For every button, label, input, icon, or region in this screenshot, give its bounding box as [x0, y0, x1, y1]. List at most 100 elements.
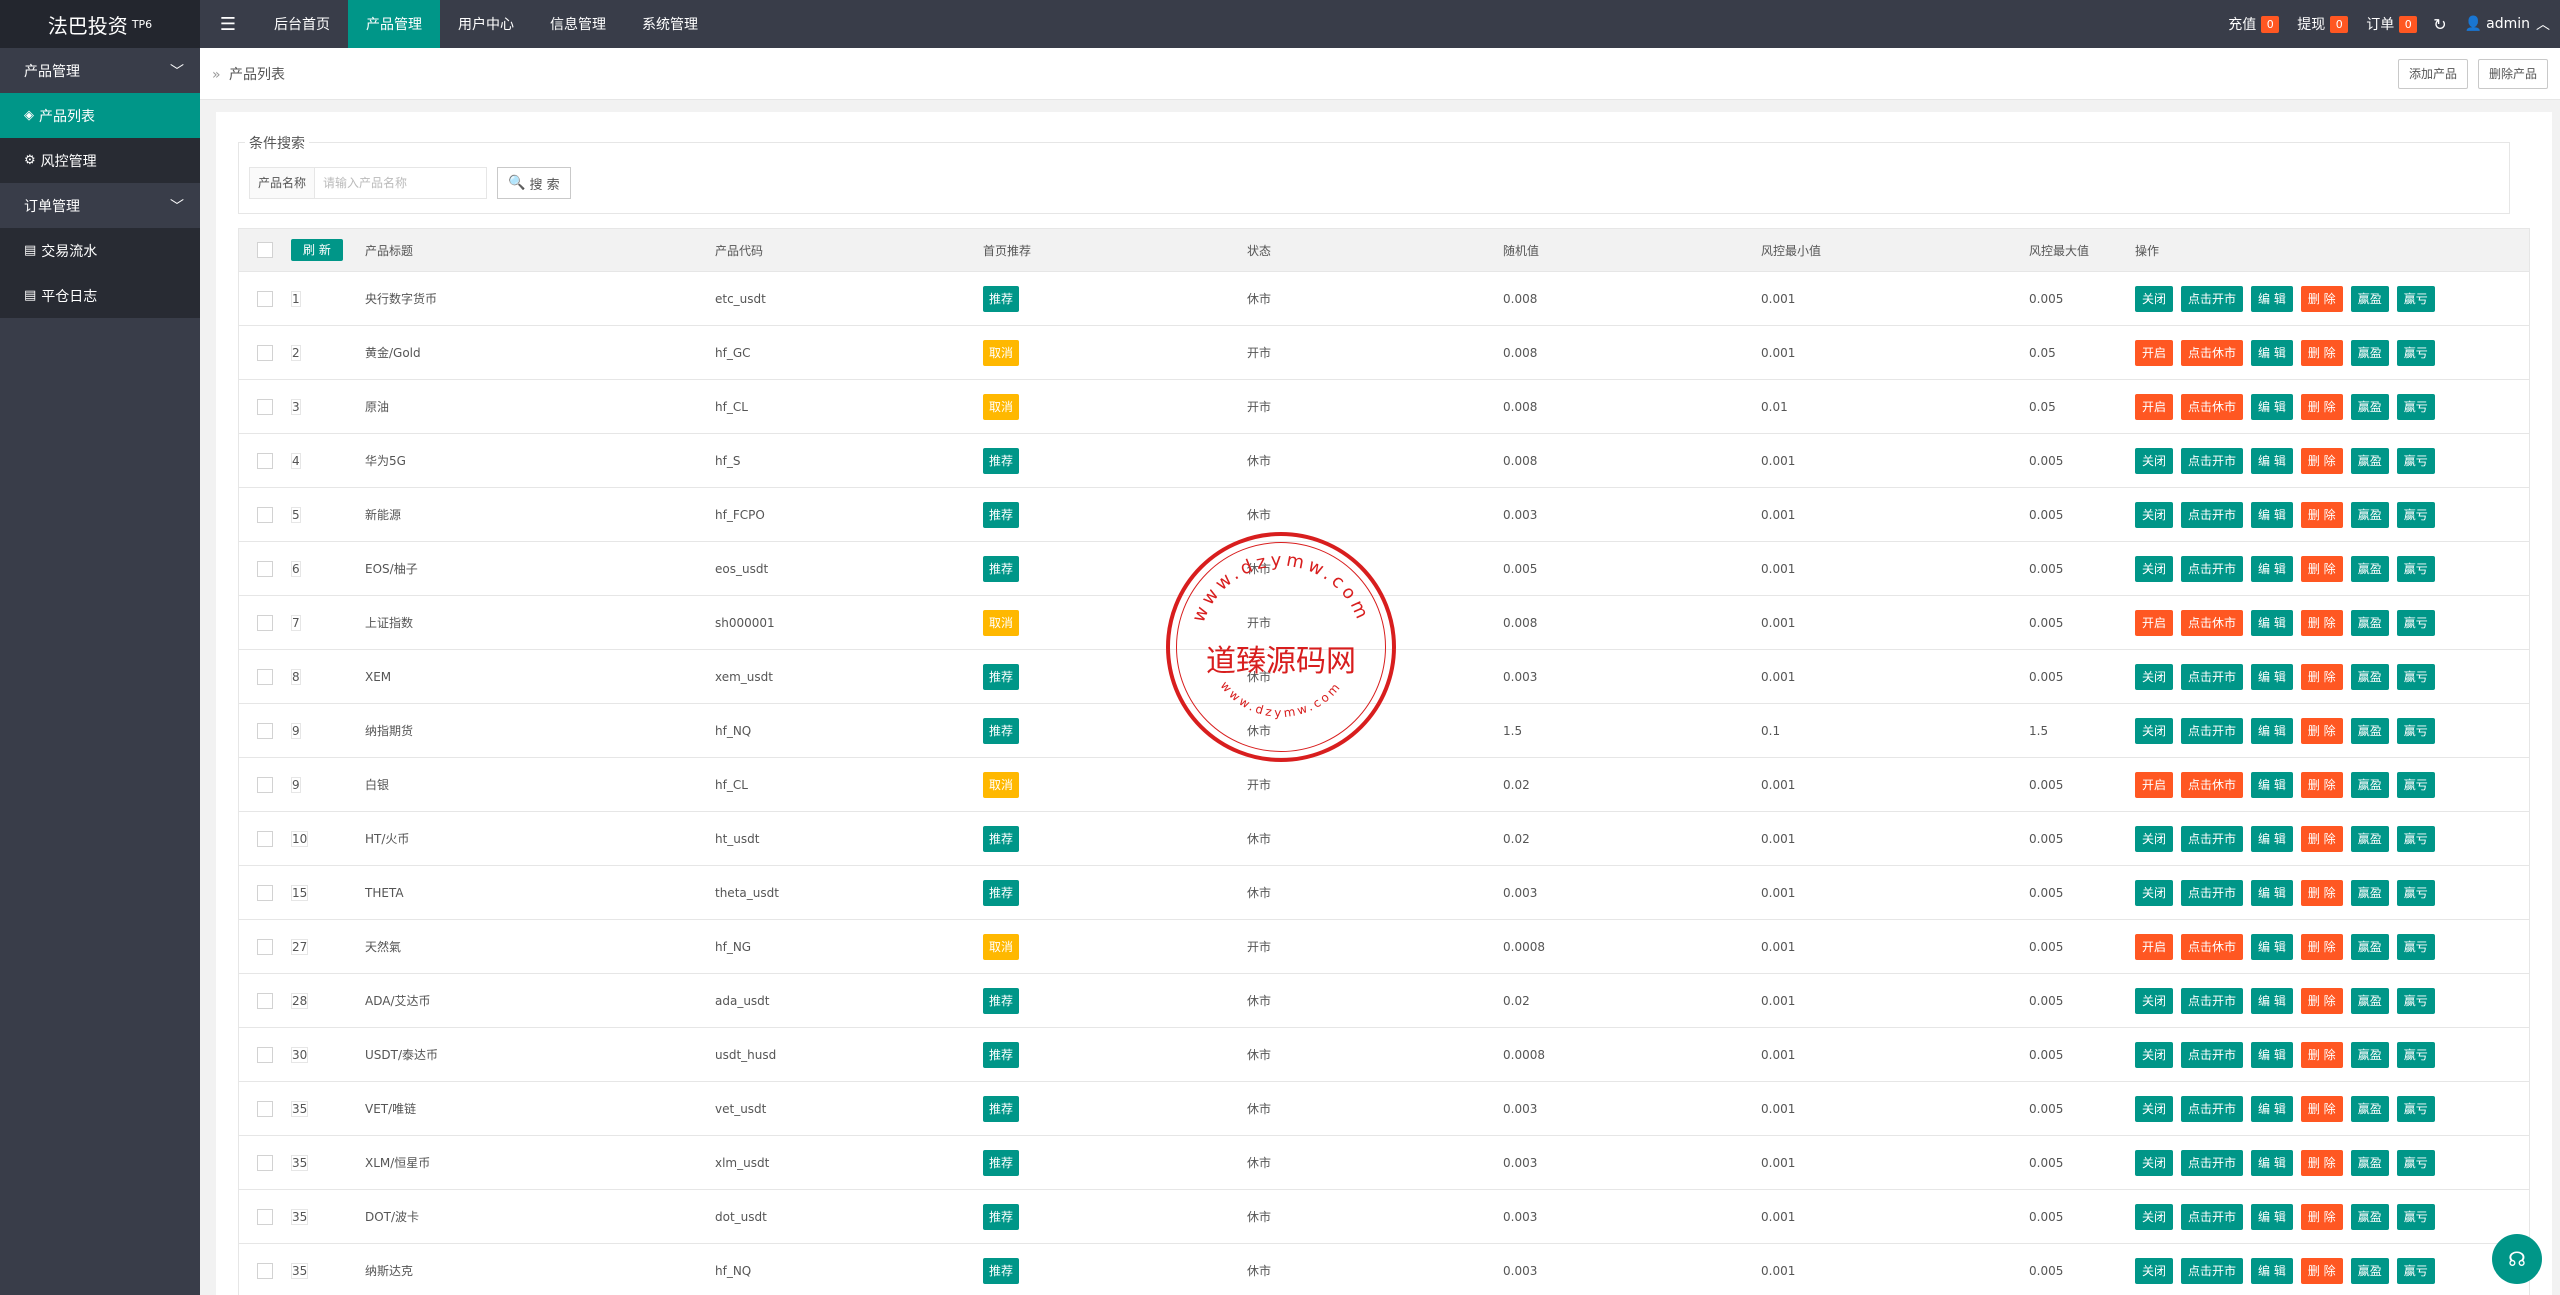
delete-button[interactable]: 删 除 — [2300, 879, 2343, 906]
loss-button[interactable]: 赢亏 — [2396, 393, 2435, 420]
row-checkbox[interactable] — [257, 452, 273, 469]
sort-input[interactable]: 9 — [291, 776, 301, 793]
win-button[interactable]: 赢盈 — [2350, 825, 2389, 852]
win-button[interactable]: 赢盈 — [2350, 555, 2389, 582]
loss-button[interactable]: 赢亏 — [2396, 285, 2435, 312]
row-checkbox[interactable] — [257, 1100, 273, 1117]
sort-input[interactable]: 6 — [291, 560, 301, 577]
market-button[interactable]: 点击开市 — [2181, 447, 2244, 474]
nav-item-info[interactable]: 信息管理 — [532, 0, 624, 48]
market-button[interactable]: 点击休市 — [2181, 393, 2244, 420]
recommend-toggle[interactable]: 推荐 — [983, 1257, 1020, 1284]
edit-button[interactable]: 编 辑 — [2251, 825, 2293, 852]
toggle-button[interactable]: 关闭 — [2135, 1257, 2174, 1284]
sort-input[interactable]: 15 — [291, 884, 309, 901]
sidebar-item-close-log[interactable]: ▤ 平仓日志 — [0, 273, 200, 318]
delete-button[interactable]: 删 除 — [2300, 987, 2343, 1014]
nav-item-system[interactable]: 系统管理 — [624, 0, 716, 48]
edit-button[interactable]: 编 辑 — [2251, 447, 2293, 474]
row-checkbox[interactable] — [257, 1046, 273, 1063]
row-checkbox[interactable] — [257, 1154, 273, 1171]
row-checkbox[interactable] — [257, 992, 273, 1009]
withdraw-link[interactable]: 提现 0 — [2297, 14, 2349, 34]
sidebar-group-products[interactable]: 产品管理 ﹀ — [0, 48, 200, 93]
row-checkbox[interactable] — [257, 506, 273, 523]
refresh-button[interactable]: 刷 新 — [291, 239, 343, 261]
edit-button[interactable]: 编 辑 — [2251, 1149, 2293, 1176]
edit-button[interactable]: 编 辑 — [2251, 771, 2293, 798]
delete-button[interactable]: 删 除 — [2300, 1149, 2343, 1176]
loss-button[interactable]: 赢亏 — [2396, 663, 2435, 690]
delete-button[interactable]: 删 除 — [2300, 555, 2343, 582]
toggle-button[interactable]: 开启 — [2135, 339, 2174, 366]
row-checkbox[interactable] — [257, 560, 273, 577]
edit-button[interactable]: 编 辑 — [2251, 1095, 2293, 1122]
toggle-button[interactable]: 关闭 — [2135, 1149, 2174, 1176]
market-button[interactable]: 点击开市 — [2181, 501, 2244, 528]
market-button[interactable]: 点击休市 — [2181, 339, 2244, 366]
sort-input[interactable]: 35 — [291, 1100, 309, 1117]
recommend-toggle[interactable]: 取消 — [983, 393, 1020, 420]
sort-input[interactable]: 30 — [291, 1046, 309, 1063]
order-link[interactable]: 订单 0 — [2366, 14, 2418, 34]
delete-button[interactable]: 删 除 — [2300, 339, 2343, 366]
edit-button[interactable]: 编 辑 — [2251, 717, 2293, 744]
recommend-toggle[interactable]: 取消 — [983, 609, 1020, 636]
toggle-button[interactable]: 关闭 — [2135, 879, 2174, 906]
delete-button[interactable]: 删 除 — [2300, 825, 2343, 852]
edit-button[interactable]: 编 辑 — [2251, 285, 2293, 312]
market-button[interactable]: 点击开市 — [2181, 1257, 2244, 1284]
edit-button[interactable]: 编 辑 — [2251, 555, 2293, 582]
loss-button[interactable]: 赢亏 — [2396, 1203, 2435, 1230]
delete-button[interactable]: 删 除 — [2300, 1257, 2343, 1284]
loss-button[interactable]: 赢亏 — [2396, 1257, 2435, 1284]
sidebar-item-trade-flow[interactable]: ▤ 交易流水 — [0, 228, 200, 273]
loss-button[interactable]: 赢亏 — [2396, 825, 2435, 852]
recommend-toggle[interactable]: 推荐 — [983, 717, 1020, 744]
row-checkbox[interactable] — [257, 1208, 273, 1225]
app-logo[interactable]: 法巴投资 TP6 — [0, 0, 200, 48]
delete-button[interactable]: 删 除 — [2300, 933, 2343, 960]
row-checkbox[interactable] — [257, 722, 273, 739]
user-menu[interactable]: 👤 admin ︿ — [2465, 14, 2550, 34]
delete-button[interactable]: 删 除 — [2300, 663, 2343, 690]
delete-button[interactable]: 删 除 — [2300, 717, 2343, 744]
row-checkbox[interactable] — [257, 668, 273, 685]
win-button[interactable]: 赢盈 — [2350, 339, 2389, 366]
recommend-toggle[interactable]: 取消 — [983, 933, 1020, 960]
edit-button[interactable]: 编 辑 — [2251, 501, 2293, 528]
select-all-checkbox[interactable] — [257, 242, 273, 258]
win-button[interactable]: 赢盈 — [2350, 1203, 2389, 1230]
delete-button[interactable]: 删 除 — [2300, 609, 2343, 636]
recommend-toggle[interactable]: 推荐 — [983, 555, 1020, 582]
sidebar-item-risk-control[interactable]: ⚙ 风控管理 — [0, 138, 200, 183]
loss-button[interactable]: 赢亏 — [2396, 339, 2435, 366]
sort-input[interactable]: 27 — [291, 938, 309, 955]
edit-button[interactable]: 编 辑 — [2251, 987, 2293, 1014]
loss-button[interactable]: 赢亏 — [2396, 933, 2435, 960]
toggle-button[interactable]: 开启 — [2135, 609, 2174, 636]
sidebar-group-orders[interactable]: 订单管理 ﹀ — [0, 183, 200, 228]
market-button[interactable]: 点击开市 — [2181, 825, 2244, 852]
toggle-button[interactable]: 开启 — [2135, 933, 2174, 960]
delete-button[interactable]: 删 除 — [2300, 501, 2343, 528]
win-button[interactable]: 赢盈 — [2350, 1149, 2389, 1176]
recommend-toggle[interactable]: 推荐 — [983, 1041, 1020, 1068]
edit-button[interactable]: 编 辑 — [2251, 339, 2293, 366]
sort-input[interactable]: 9 — [291, 722, 301, 739]
sort-input[interactable]: 5 — [291, 506, 301, 523]
win-button[interactable]: 赢盈 — [2350, 933, 2389, 960]
toggle-button[interactable]: 关闭 — [2135, 663, 2174, 690]
delete-button[interactable]: 删 除 — [2300, 771, 2343, 798]
edit-button[interactable]: 编 辑 — [2251, 933, 2293, 960]
toggle-button[interactable]: 关闭 — [2135, 285, 2174, 312]
delete-product-button[interactable]: 删除产品 — [2477, 58, 2548, 89]
row-checkbox[interactable] — [257, 776, 273, 793]
recommend-toggle[interactable]: 推荐 — [983, 663, 1020, 690]
nav-item-products[interactable]: 产品管理 — [348, 0, 440, 48]
delete-button[interactable]: 删 除 — [2300, 1041, 2343, 1068]
market-button[interactable]: 点击开市 — [2181, 879, 2244, 906]
row-checkbox[interactable] — [257, 398, 273, 415]
loss-button[interactable]: 赢亏 — [2396, 1095, 2435, 1122]
toggle-button[interactable]: 关闭 — [2135, 555, 2174, 582]
